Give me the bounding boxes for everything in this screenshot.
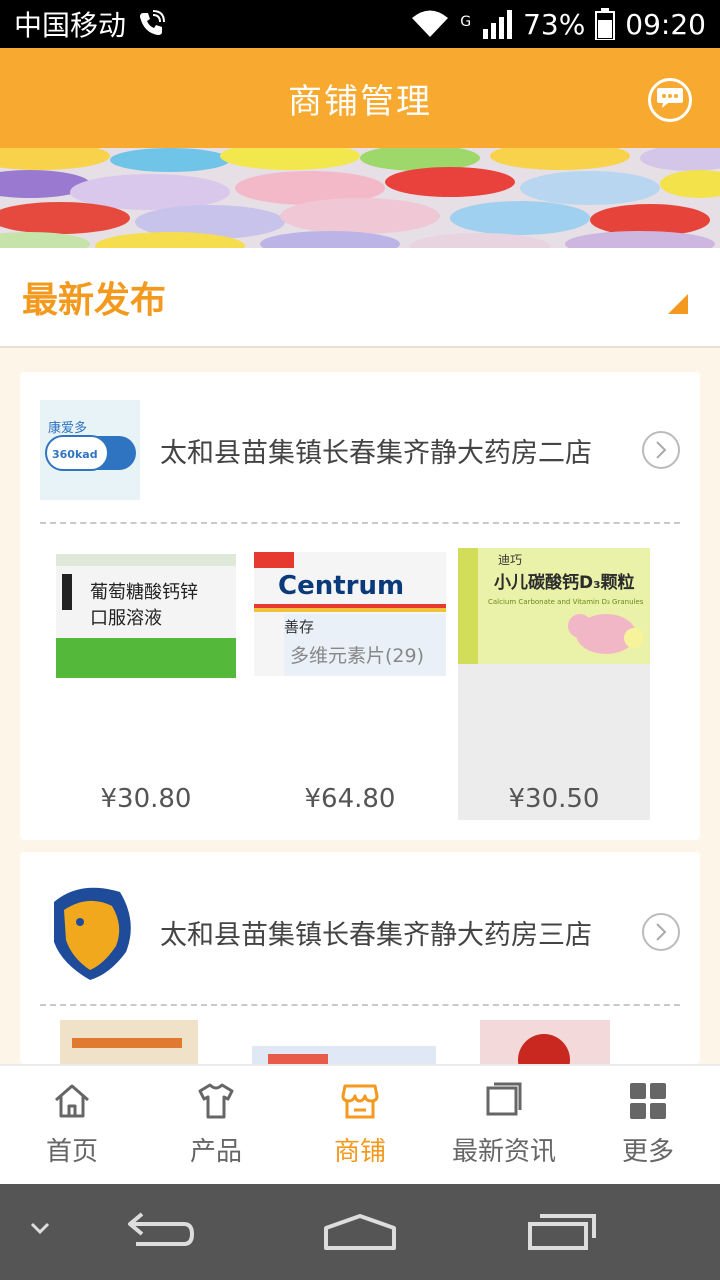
nav-home[interactable]: 首页 [0, 1066, 144, 1184]
nav-more[interactable]: 更多 [576, 1066, 720, 1184]
product-image: 迪巧 小儿碳酸钙D₃颗粒 Calcium Carbonate and Vitam… [458, 548, 650, 664]
wifi-icon [410, 9, 450, 39]
nav-news-label: 最新资讯 [451, 1137, 556, 1167]
store-card[interactable]: 太和县苗集镇长春集齐静大药房三店 [20, 852, 700, 1064]
corner-triangle-icon [668, 294, 688, 314]
recents-icon[interactable] [526, 1212, 598, 1256]
product-list-partial [20, 1006, 700, 1064]
product-item[interactable]: 葡萄糖酸钙锌 口服溶液 ¥30.80 [50, 548, 242, 820]
product-image: Centrum 善存 多维元素片(29) [254, 548, 446, 678]
news-icon [484, 1082, 524, 1127]
system-nav-bar [0, 1184, 720, 1280]
section-header[interactable]: 最新发布 [0, 248, 720, 348]
back-icon[interactable] [124, 1208, 196, 1256]
store-name: 太和县苗集镇长春集齐静大药房二店 [160, 437, 592, 469]
svg-text:康爱多: 康爱多 [48, 420, 87, 436]
battery-percent: 73% [523, 7, 586, 41]
section-title: 最新发布 [22, 280, 167, 321]
product-image: 葡萄糖酸钙锌 口服溶液 [50, 548, 242, 678]
nav-products[interactable]: 产品 [144, 1066, 288, 1184]
message-button[interactable] [648, 78, 692, 122]
chevron-right-icon[interactable] [642, 431, 680, 469]
product-price: ¥30.50 [508, 784, 600, 814]
store-header[interactable]: 康爱多 360kad 太和县苗集镇长春集齐静大药房二店 [20, 390, 700, 510]
bottom-nav: 首页 产品 商铺 最新资讯 更多 [0, 1064, 720, 1184]
chevron-down-icon[interactable] [28, 1220, 52, 1240]
svg-text:善存: 善存 [284, 618, 314, 636]
product-item[interactable]: 迪巧 小儿碳酸钙D₃颗粒 Calcium Carbonate and Vitam… [458, 548, 650, 820]
shirt-icon [196, 1082, 236, 1127]
clock: 09:20 [625, 7, 706, 41]
nav-stores[interactable]: 商铺 [288, 1066, 432, 1184]
store-name: 太和县苗集镇长春集齐静大药房三店 [160, 919, 592, 951]
nav-products-label: 产品 [189, 1137, 242, 1167]
nav-home-label: 首页 [45, 1137, 98, 1167]
store-card[interactable]: 康爱多 360kad 太和县苗集镇长春集齐静大药房二店 葡萄糖酸钙锌 口服溶液 … [20, 372, 700, 840]
banner-image[interactable] [0, 148, 720, 248]
store-logo: 康爱多 360kad [40, 400, 140, 500]
svg-text:小儿碳酸钙D₃颗粒: 小儿碳酸钙D₃颗粒 [494, 572, 635, 593]
nav-more-label: 更多 [621, 1137, 674, 1167]
store-header[interactable]: 太和县苗集镇长春集齐静大药房三店 [20, 872, 700, 992]
carrier-group: 中国移动 [14, 4, 166, 44]
call-icon [136, 9, 166, 39]
nav-stores-label: 商铺 [333, 1137, 386, 1167]
home-button-icon[interactable] [322, 1212, 398, 1256]
carrier-name: 中国移动 [14, 9, 127, 42]
nav-news[interactable]: 最新资讯 [432, 1066, 576, 1184]
product-list: 葡萄糖酸钙锌 口服溶液 ¥30.80 Centrum 善存 多维元素片(29) [20, 524, 700, 840]
home-icon [52, 1082, 92, 1127]
svg-text:葡萄糖酸钙锌: 葡萄糖酸钙锌 [90, 582, 198, 603]
chat-bubble-icon [656, 86, 684, 114]
svg-text:360kad: 360kad [52, 448, 98, 461]
battery-icon [595, 8, 616, 40]
network-type: G [460, 13, 472, 30]
app-header: 商铺管理 [0, 48, 720, 148]
svg-text:Centrum: Centrum [278, 571, 404, 601]
status-bar: 中国移动 G 73% 09:20 [0, 0, 720, 48]
chevron-right-icon[interactable] [642, 913, 680, 951]
signal-icon [481, 9, 513, 39]
product-price: ¥30.80 [100, 784, 192, 814]
page-title: 商铺管理 [288, 81, 432, 122]
svg-text:Calcium Carbonate and Vitamin: Calcium Carbonate and Vitamin D₃ Granule… [488, 598, 644, 606]
status-right: G 73% 09:20 [410, 8, 706, 41]
store-logo [40, 882, 140, 982]
svg-text:迪巧: 迪巧 [498, 553, 522, 567]
svg-text:多维元素片(29): 多维元素片(29) [290, 645, 424, 667]
grid-icon [628, 1082, 668, 1127]
product-item[interactable]: Centrum 善存 多维元素片(29) ¥64.80 [254, 548, 446, 820]
svg-text:口服溶液: 口服溶液 [90, 608, 162, 629]
product-price: ¥64.80 [304, 784, 396, 814]
store-icon [340, 1082, 380, 1127]
